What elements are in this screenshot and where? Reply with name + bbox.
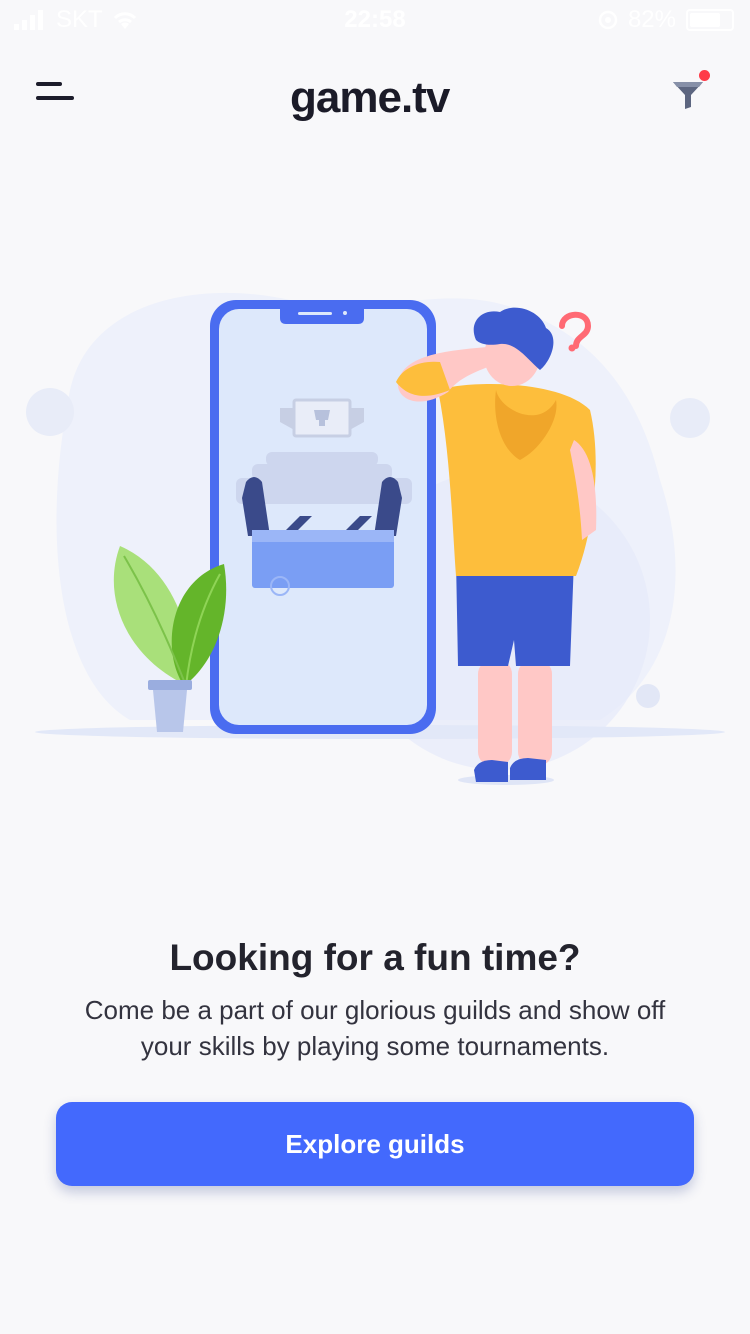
- menu-line-long: [36, 96, 74, 100]
- hamburger-menu-icon[interactable]: [36, 76, 76, 108]
- logo: game.tv: [290, 68, 450, 128]
- phone-illustration: [210, 300, 436, 734]
- logo-text: game.tv: [290, 73, 450, 122]
- empty-state-body: Come be a part of our glorious guilds an…: [84, 995, 666, 1061]
- empty-state-content: Looking for a fun time? Come be a part o…: [0, 930, 750, 1064]
- alarm-icon: [598, 10, 618, 30]
- empty-state-headline: Looking for a fun time?: [169, 937, 581, 978]
- explore-guilds-button[interactable]: Explore guilds: [56, 1102, 694, 1186]
- menu-line-short: [36, 82, 62, 86]
- app-header: game.tv: [0, 60, 750, 140]
- status-right: 82%: [598, 6, 734, 34]
- battery-icon: [686, 9, 734, 31]
- empty-state-illustration: [26, 292, 725, 785]
- filter-icon: [673, 82, 703, 109]
- filter-button[interactable]: [670, 70, 712, 112]
- battery-fill: [690, 13, 720, 27]
- notification-dot: [699, 70, 710, 81]
- battery-percent: 82%: [627, 6, 676, 33]
- status-bar: SKT 22:58 82%: [0, 0, 750, 40]
